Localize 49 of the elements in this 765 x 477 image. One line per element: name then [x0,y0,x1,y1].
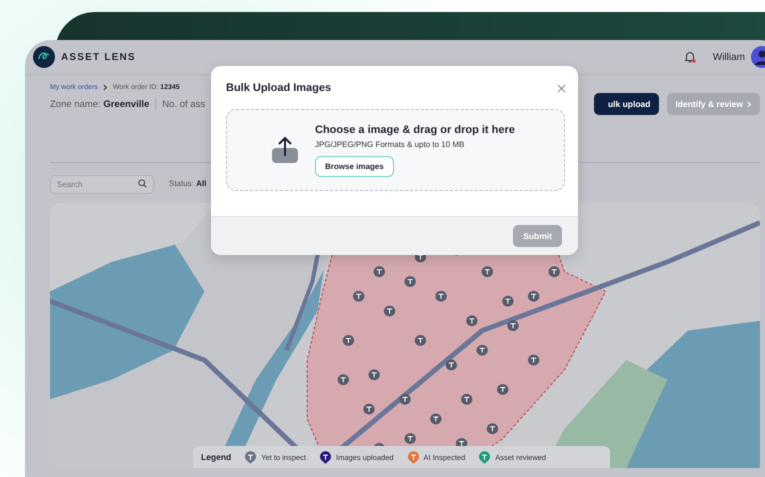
asset-pin-icon[interactable] [435,290,447,302]
asset-pin-icon[interactable] [374,266,385,278]
asset-pin-icon[interactable] [399,394,411,405]
asset-pin-icon[interactable] [430,414,442,424]
asset-pin-icon[interactable] [404,433,416,444]
asset-pin-icon[interactable] [404,276,416,287]
asset-pin-icon[interactable] [507,320,519,332]
asset-pin-icon[interactable] [476,344,488,356]
zone-name: Zone name: Greenville [50,98,150,110]
map-pin-icon [320,450,331,464]
asset-pin-icon[interactable] [342,335,354,346]
browse-button[interactable]: Browse images [315,156,394,176]
format-hint: JPG/JPEG/PNG Formats & upto to 10 MB [315,140,464,148]
brand-name: ASSET LENS [61,52,136,62]
chevron-right-icon [102,84,108,91]
asset-pin-icon[interactable] [502,296,514,307]
upload-icon [271,136,299,164]
asset-pin-icon[interactable] [528,290,540,302]
asset-pin-icon[interactable] [414,335,426,346]
asset-pin-icon[interactable] [486,423,498,434]
user-name[interactable]: William [712,52,745,62]
drop-zone[interactable]: Choose a image & drag or drop it here JPG/JPEG/PNG Formats & upto to 10 MB Browse images [226,109,565,191]
close-icon[interactable] [557,84,566,92]
asset-pin-icon[interactable] [368,369,380,380]
asset-pin-icon[interactable] [338,374,349,386]
legend-title: Legend [201,452,232,462]
notification-bell-icon[interactable] [682,50,697,64]
asset-pin-icon[interactable] [363,404,375,414]
asset-pin-icon[interactable] [548,266,560,278]
map-pin-icon [245,450,256,464]
map-pin-icon [408,450,419,464]
asset-pin-icon[interactable] [461,394,472,405]
asset-pin-icon[interactable] [497,384,508,395]
search-icon [138,179,147,188]
asset-pin-icon[interactable] [466,315,478,326]
asset-pin-icon[interactable] [482,266,493,278]
search-field[interactable]: Search [50,175,154,194]
asset-pin-icon[interactable] [446,360,457,370]
status-filter[interactable]: Status: All [169,179,206,188]
asset-pin-icon[interactable] [384,306,396,316]
upload-button[interactable]: ulk upload [594,93,660,115]
dialog-title: Bulk Upload Images [226,82,332,94]
chevron-right-icon [747,100,752,108]
asset-pin-icon[interactable] [353,290,364,302]
map-pin-icon [479,450,490,464]
drop-title: Choose a image & drag or drop it here [315,124,515,136]
asset-pin-icon[interactable] [528,354,540,366]
logo-icon [33,46,55,68]
asset-count-label: No. of ass [162,98,206,110]
